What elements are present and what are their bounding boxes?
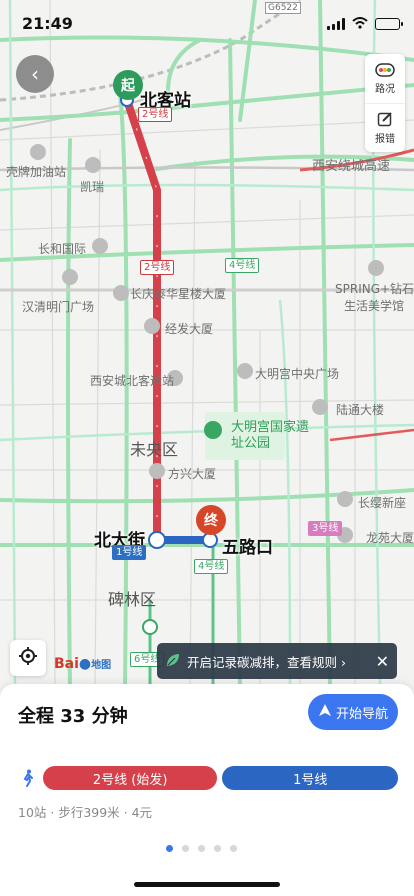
edit-icon [377,111,393,130]
poi-daminggong-plaza[interactable]: 大明宫中央广场 [255,365,339,382]
locate-button[interactable] [10,640,46,676]
traffic-label: 路况 [375,83,395,95]
route-segments[interactable]: 2号线 (始发) 1号线 [18,766,398,790]
toast-text[interactable]: 开启记录碳减排，查看规则 › [187,652,364,671]
line2-tag-mid: 2号线 [140,260,175,275]
poi-kairui[interactable]: 凯瑞 [80,178,104,195]
map-side-tools: 路况 报错 [365,54,405,152]
poi-hanqing[interactable]: 汉清明门广场 [22,298,94,315]
page-dot[interactable] [214,845,221,852]
segment-line1: 1号线 [222,766,398,790]
status-time: 21:49 [22,14,73,33]
navigation-arrow-icon [318,703,332,721]
line2-tag-top: 2号线 [138,107,173,122]
trip-duration: 全程 33 分钟 [18,706,128,727]
status-icons [327,14,403,33]
status-bar: 21:49 [0,0,414,44]
baidu-paw-icon: ● [78,656,92,672]
poi-fangxing[interactable]: 方兴大厦 [168,465,216,482]
poi-changqing[interactable]: 长庆泰华星楼大厦 [130,285,226,302]
start-navigation-label: 开始导航 [335,706,388,722]
map-view[interactable]: G6522 西安绕城高速 壳牌加油站 凯瑞 长和国际 汉清明门广场 长庆泰华星楼… [0,0,414,688]
poi-spring[interactable]: SPRING+钻石 [335,280,414,297]
poi-changhe[interactable]: 长和国际 [38,240,86,257]
line4-tag-bottom: 4号线 [194,559,229,574]
line3-tag: 3号线 [308,521,343,536]
locate-icon [18,646,38,670]
page-dot[interactable] [182,845,189,852]
carbon-toast[interactable]: 开启记录碳减排，查看规则 › ✕ [157,643,397,679]
trip-meta: 10站 · 步行399米 · 4元 [18,805,153,820]
report-label: 报错 [375,134,395,145]
map-canvas [0,0,414,688]
ring-road-label: 西安绕城高速 [312,159,391,174]
back-button[interactable]: ‹ [16,55,54,93]
page-dot[interactable] [198,845,205,852]
traffic-icon [375,62,395,80]
line4-tag-top: 4号线 [225,258,260,273]
start-marker[interactable]: 起 [113,70,143,100]
page-dot[interactable] [166,845,173,852]
start-navigation-button[interactable]: 开始导航 [308,694,398,730]
traffic-button[interactable]: 路况 [365,54,405,103]
walk-icon [18,769,38,787]
route-panel: 全程 33 分钟 开始导航 2号线 (始发) 1号线 10站 · 步行399米 … [0,684,414,896]
baidu-logo-brand: Bai [54,656,79,672]
end-station-label[interactable]: 五路口 [222,533,273,558]
poi-shell-station[interactable]: 壳牌加油站 [6,163,66,180]
battery-icon [375,17,403,30]
page-indicator[interactable] [166,845,237,852]
baidu-logo: Bai●地图 [54,656,111,672]
signal-icon [327,17,345,30]
poi-changying[interactable]: 长缨新座 [358,494,406,511]
park-label[interactable]: 大明宫国家遗址公园 [231,420,321,452]
district-beilin: 碑林区 [108,590,157,609]
page-dot[interactable] [230,845,237,852]
baidu-logo-sub: 地图 [91,660,112,671]
poi-spring-sub[interactable]: 生活美学馆 [344,297,404,314]
toast-close-button[interactable]: ✕ [370,652,389,671]
wifi-icon [352,14,368,33]
line1-tag: 1号线 [112,545,147,560]
poi-longyuan[interactable]: 龙苑大厦 [366,529,414,546]
district-weiyang: 未央区 [130,440,179,459]
report-button[interactable]: 报错 [365,103,405,152]
poi-lutong[interactable]: 陆通大楼 [336,401,384,418]
segment-line2: 2号线 (始发) [42,766,218,790]
end-marker[interactable]: 终 [196,505,226,535]
poi-bus-station[interactable]: 西安城北客运站 [90,372,174,389]
poi-jingfa[interactable]: 经发大厦 [165,320,213,337]
home-indicator[interactable] [134,882,280,887]
leaf-icon [165,652,181,671]
